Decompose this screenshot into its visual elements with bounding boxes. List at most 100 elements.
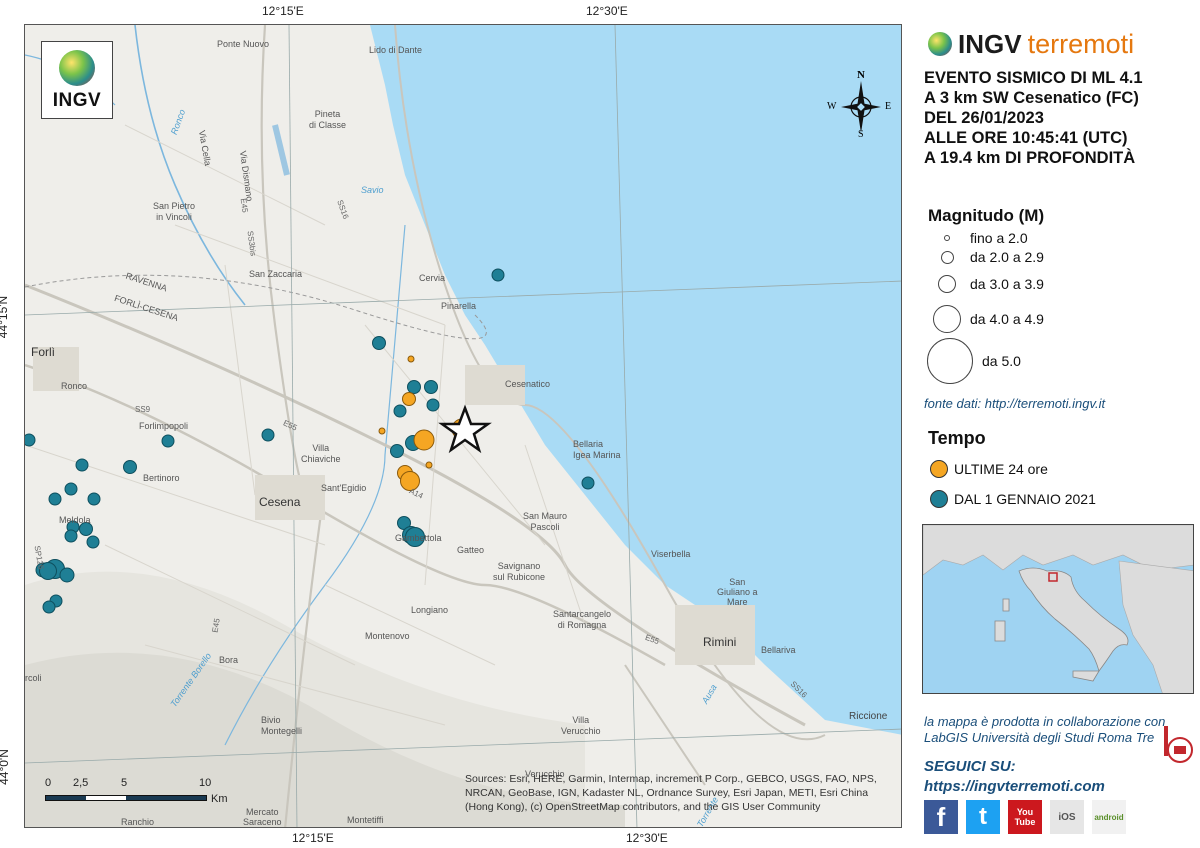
twitter-icon[interactable]: t (966, 800, 1000, 834)
android-icon[interactable]: android (1092, 800, 1126, 834)
event-line: DEL 26/01/2023 (924, 109, 1044, 127)
time-label: ULTIME 24 ore (954, 461, 1048, 477)
place-label: San Mauro Pascoli (523, 511, 568, 532)
event-marker (413, 429, 435, 451)
compass-n: N (857, 69, 865, 81)
event-marker (426, 398, 440, 412)
place-label: Bivio Montegelli (261, 715, 303, 736)
scale-tick-label: 10 (199, 777, 212, 789)
brand-terremoti-text: terremoti (1027, 28, 1135, 59)
event-marker (25, 433, 36, 447)
place-label: Villa Chiaviche (301, 443, 341, 464)
place-label: Cesenatico (505, 379, 551, 389)
event-line: EVENTO SISMICO DI ML 4.1 (924, 69, 1143, 87)
event-marker (48, 492, 62, 506)
magnitude-label: da 4.0 a 4.9 (970, 311, 1044, 327)
place-label: Bertinoro (143, 473, 180, 483)
mainshock-star (438, 404, 492, 454)
youtube-icon[interactable]: You Tube (1008, 800, 1042, 834)
magnitude-label: da 5.0 (982, 353, 1021, 369)
place-label: Gambettola (395, 533, 442, 543)
place-label: Viserbella (651, 549, 691, 559)
ingv-globe-icon (59, 50, 95, 86)
italy-locator-map (922, 524, 1194, 694)
event-marker (393, 404, 407, 418)
place-label: Bellaria Igea Marina (573, 439, 621, 460)
lat-label-upper: 44°15'N (0, 295, 11, 339)
brand-ingv-text: INGV (958, 28, 1022, 59)
place-label: Gatteo (457, 545, 485, 555)
magnitude-legend-row: da 2.0 a 2.9 (924, 249, 1044, 265)
event-marker (407, 380, 421, 394)
event-line: ALLE ORE 10:45:41 (UTC) (924, 129, 1128, 147)
event-marker (42, 600, 56, 614)
seismic-map[interactable]: Ponte Nuovo Lido di Dante Pineta di Clas… (24, 24, 902, 828)
lat-label-lower: 44°0'N (0, 749, 11, 785)
event-marker (424, 380, 438, 394)
magnitude-legend-row: da 4.0 a 4.9 (924, 305, 1044, 333)
place-label: Santarcangelo di Romagna (553, 609, 612, 630)
place-label: Pineta di Classe (309, 109, 347, 130)
place-label: Longiano (411, 605, 449, 615)
event-description: EVENTO SISMICO DI ML 4.1 A 3 km SW Cesen… (924, 68, 1143, 168)
event-marker (491, 268, 505, 282)
magnitude-label: da 3.0 a 3.9 (970, 276, 1044, 292)
lon-label-bottom-right: 12°30'E (626, 831, 668, 845)
event-marker (86, 535, 100, 549)
place-label: Bellariva (761, 645, 796, 655)
follow-url-link[interactable]: https://ingvterremoti.com (924, 778, 1105, 795)
place-label: San Pietro in Vincoli (153, 201, 196, 222)
road-shield: E45 (238, 197, 250, 214)
scale-tick-label: 0 (45, 777, 52, 789)
collaboration-note: la mappa è prodotta in collaborazione co… (924, 714, 1165, 746)
scale-unit: Km (211, 793, 228, 805)
event-marker (75, 458, 89, 472)
compass-w: W (827, 101, 837, 112)
scale-bar: 0 2,5 5 10 Km (45, 777, 255, 817)
event-marker (123, 460, 137, 474)
collab-line: la mappa è prodotta in collaborazione co… (924, 714, 1166, 729)
place-label: Montetiffi (347, 815, 384, 825)
event-marker (407, 355, 415, 363)
compass-e: E (885, 101, 892, 112)
event-marker (87, 492, 101, 506)
ingv-terremoti-brand[interactable]: INGV terremoti (928, 24, 1134, 64)
event-marker (581, 476, 595, 490)
event-marker (261, 428, 275, 442)
time-legend-title: Tempo (928, 428, 986, 448)
time-legend-row: ULTIME 24 ore (924, 460, 1048, 478)
magnitude-circle-icon (927, 338, 973, 384)
place-label: Ranchio (121, 817, 155, 827)
place-label: rcoli (25, 673, 42, 683)
ingv-logo-text: INGV (52, 90, 102, 111)
ingv-globe-icon (928, 32, 952, 56)
data-source[interactable]: fonte dati: http://terremoti.ingv.it (924, 396, 1105, 411)
place-label: Cervia (419, 273, 446, 283)
event-marker (64, 529, 78, 543)
river-label: Savio (361, 185, 384, 195)
magnitude-label: da 2.0 a 2.9 (970, 249, 1044, 265)
event-line: A 3 km SW Cesenatico (FC) (924, 89, 1139, 107)
historic-dot-icon (930, 490, 948, 508)
time-label: DAL 1 GENNAIO 2021 (954, 491, 1096, 507)
place-label: Sant'Egidio (321, 483, 367, 493)
compass-rose-icon: N S W E (827, 69, 892, 140)
event-marker (378, 427, 386, 435)
place-label: Lido di Dante (369, 45, 423, 55)
magnitude-circle-icon (938, 275, 956, 293)
event-marker (161, 434, 175, 448)
place-label: Riccione (849, 711, 888, 722)
event-marker (59, 567, 75, 583)
place-label: Meldola (59, 515, 91, 525)
magnitude-legend-row: da 5.0 (924, 338, 1021, 384)
place-label: Forlimpopoli (139, 421, 189, 431)
place-label: Ponte Nuovo (217, 39, 270, 49)
event-marker (372, 336, 386, 350)
lon-label-top-right: 12°30'E (586, 4, 628, 18)
scale-tick-label: 2,5 (73, 777, 89, 789)
facebook-icon[interactable]: f (924, 800, 958, 834)
map-attribution: Sources: Esri, HERE, Garmin, Intermap, i… (465, 773, 877, 813)
follow-title: SEGUICI SU: (924, 758, 1016, 775)
adriatic-sea (370, 25, 901, 735)
ios-icon[interactable]: iOS (1050, 800, 1084, 834)
